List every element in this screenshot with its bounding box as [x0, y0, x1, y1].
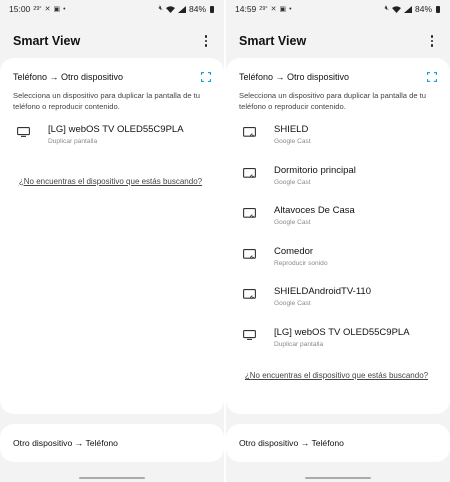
phone-to-device-card: Teléfono → Otro dispositivo Selecciona u… [226, 58, 450, 414]
battery-icon [210, 5, 214, 13]
home-indicator[interactable] [79, 476, 145, 479]
signal-icon [403, 5, 412, 13]
phone-screen-left: 15:00 29° ✕ ▣ • 🔇︎ 84% Smart View Teléfo… [0, 0, 224, 482]
device-subtitle: Google Cast [274, 178, 311, 186]
signal-icon [177, 5, 186, 13]
not-found-link[interactable]: ¿No encuentras el dispositivo que estás … [239, 371, 437, 380]
wifi-icon [391, 5, 401, 13]
battery-percent: 84% [414, 4, 432, 14]
dot-icon: • [63, 5, 66, 13]
tv-icon [243, 329, 257, 340]
section-description: Selecciona un dispositivo para duplicar … [13, 91, 201, 111]
status-time: 15:00 [9, 4, 31, 14]
device-subtitle: Reproducir sonido [274, 259, 328, 267]
device-to-phone-label: Otro dispositivo → Teléfono [239, 438, 344, 448]
device-item-lg-tv[interactable]: [LG] webOS TV OLED55C9PLA Duplicar panta… [239, 327, 437, 368]
device-to-phone-card[interactable]: Otro dispositivo → Teléfono [0, 424, 224, 462]
tv-icon [17, 127, 31, 137]
status-bar: 15:00 29° ✕ ▣ • 🔇︎ 84% [0, 0, 224, 18]
device-to-phone-label: Otro dispositivo → Teléfono [13, 438, 118, 448]
device-list: SHIELD Google Cast Dormitorio principal … [239, 124, 437, 367]
device-name: [LG] webOS TV OLED55C9PLA [274, 326, 410, 338]
device-name: Comedor [274, 245, 314, 257]
cast-screen-icon [243, 127, 257, 138]
app-title: Smart View [239, 34, 307, 48]
status-temperature: 29° [259, 6, 268, 12]
dot-icon: • [289, 5, 292, 13]
app-header: Smart View [226, 30, 450, 52]
mute-icon: 🔇︎ [158, 5, 163, 12]
image-notification-icon: ▣ [279, 6, 287, 13]
device-name: [LG] webOS TV OLED55C9PLA [48, 124, 184, 135]
scan-icon[interactable] [201, 72, 211, 82]
section-title: Teléfono → Otro dispositivo [13, 72, 124, 82]
device-name: SHIELDAndroidTV-110 [274, 286, 371, 297]
device-subtitle: Google Cast [274, 138, 311, 145]
device-subtitle: Google Cast [274, 300, 311, 307]
not-found-link[interactable]: ¿No encuentras el dispositivo que estás … [13, 177, 211, 186]
device-item-comedor[interactable]: Comedor Reproducir sonido [239, 246, 437, 287]
app-title: Smart View [13, 34, 81, 48]
battery-icon [436, 5, 440, 13]
phone-to-device-card: Teléfono → Otro dispositivo Selecciona u… [0, 58, 224, 414]
more-options-icon[interactable] [201, 33, 212, 49]
status-time: 14:59 [235, 4, 257, 14]
notification-icon: ✕ [270, 6, 277, 13]
device-item-lg-tv[interactable]: [LG] webOS TV OLED55C9PLA Duplicar panta… [13, 124, 211, 165]
device-item-dormitorio[interactable]: Dormitorio principal Google Cast [239, 165, 437, 206]
device-to-phone-card[interactable]: Otro dispositivo → Teléfono [226, 424, 450, 462]
device-subtitle: Google Cast [274, 219, 311, 226]
section-description: Selecciona un dispositivo para duplicar … [239, 91, 427, 111]
scan-icon[interactable] [427, 72, 437, 82]
status-temperature: 29° [33, 6, 42, 12]
device-subtitle: Duplicar pantalla [274, 340, 324, 348]
app-header: Smart View [0, 30, 224, 52]
device-item-altavoces[interactable]: Altavoces De Casa Google Cast [239, 205, 437, 246]
more-options-icon[interactable] [427, 33, 438, 49]
home-indicator[interactable] [305, 476, 371, 479]
device-subtitle: Duplicar pantalla [48, 138, 98, 145]
battery-percent: 84% [188, 4, 206, 14]
phone-screen-right: 14:59 29° ✕ ▣ • 🔇︎ 84% Smart View Teléfo… [226, 0, 450, 482]
cast-screen-icon [243, 167, 257, 179]
device-name: Altavoces De Casa [274, 205, 355, 216]
section-title: Teléfono → Otro dispositivo [239, 72, 350, 82]
wifi-icon [165, 5, 175, 13]
device-name: SHIELD [274, 124, 309, 135]
device-list: [LG] webOS TV OLED55C9PLA Duplicar panta… [13, 124, 211, 165]
device-name: Dormitorio principal [274, 164, 356, 176]
cast-screen-icon [243, 248, 257, 260]
cast-screen-icon [243, 289, 257, 300]
notification-icon: ✕ [44, 6, 51, 13]
mute-icon: 🔇︎ [384, 5, 389, 12]
image-notification-icon: ▣ [53, 6, 61, 13]
device-item-shield-android-tv[interactable]: SHIELDAndroidTV-110 Google Cast [239, 286, 437, 327]
device-item-shield[interactable]: SHIELD Google Cast [239, 124, 437, 165]
cast-screen-icon [243, 208, 257, 219]
status-bar: 14:59 29° ✕ ▣ • 🔇︎ 84% [226, 0, 450, 18]
